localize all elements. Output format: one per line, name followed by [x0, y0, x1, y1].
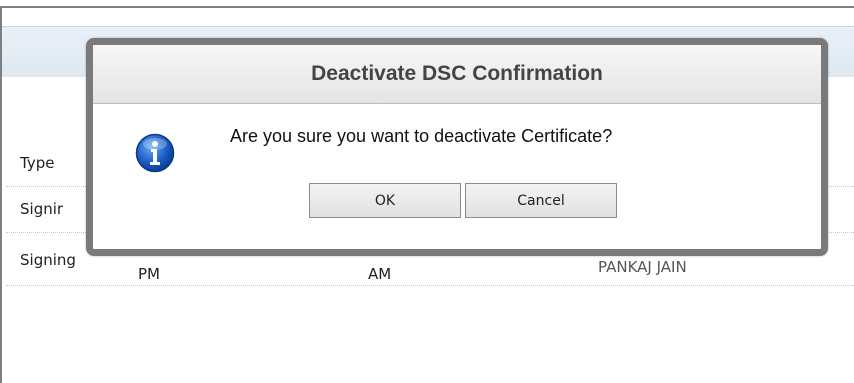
- dialog-message: Are you sure you want to deactivate Cert…: [230, 126, 613, 146]
- row2-time-cell: PM: [138, 265, 160, 283]
- row2-time2-cell: AM: [368, 265, 392, 283]
- info-icon: [135, 133, 175, 173]
- ok-button[interactable]: OK: [309, 183, 461, 218]
- row-divider: [6, 285, 854, 286]
- column-header-type: Type: [20, 154, 55, 172]
- row2-name-cell: PANKAJ JAIN: [598, 258, 687, 276]
- dialog-title: Deactivate DSC Confirmation: [93, 45, 821, 104]
- cancel-button[interactable]: Cancel: [465, 183, 617, 218]
- row1-type-cell: Signir: [20, 200, 64, 218]
- deactivate-dsc-dialog: Deactivate DSC Confirmation Are you sure…: [86, 38, 828, 256]
- row2-type-cell: Signing: [20, 251, 76, 269]
